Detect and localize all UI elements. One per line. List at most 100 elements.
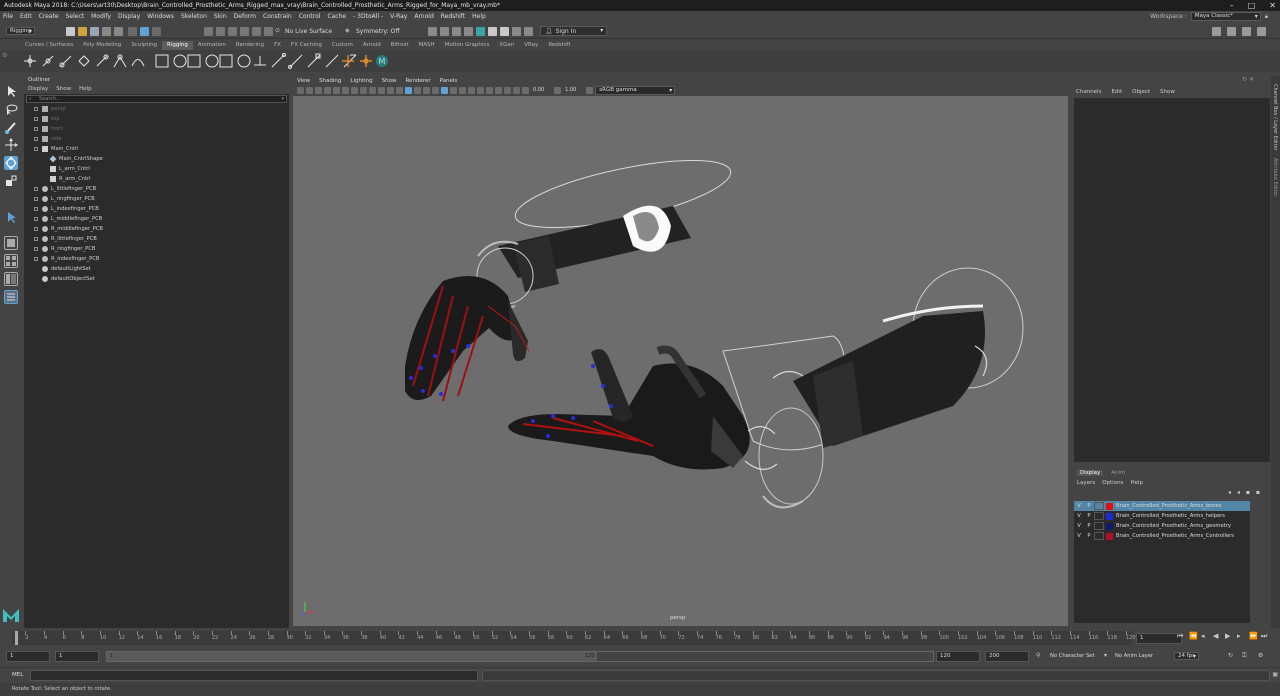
menu-skin[interactable]: Skin — [214, 13, 227, 20]
channel-menu-edit[interactable]: Edit — [1111, 89, 1122, 95]
expand-icon[interactable] — [34, 127, 38, 131]
move-layer-down-icon[interactable]: ◂ — [1237, 489, 1240, 496]
layer-display-type-toggle[interactable] — [1094, 522, 1104, 530]
fps-dropdown[interactable]: 24 fps — [1174, 652, 1200, 660]
menu-redshift[interactable]: Redshift — [441, 13, 465, 20]
layer-row[interactable]: V P Brain_Controlled_Prosthetic_Arms_bones — [1074, 501, 1250, 511]
step-forward-key-icon[interactable]: ⏩ — [1249, 633, 1258, 640]
layer-menu-help[interactable]: Help — [1130, 480, 1143, 486]
shelf-tab-rigging[interactable]: Rigging — [162, 41, 193, 50]
bookmarks-icon[interactable] — [315, 86, 322, 94]
grid-toggle-icon[interactable] — [333, 86, 340, 94]
symmetry-label[interactable]: Symmetry: Off — [356, 28, 399, 35]
color-space-dropdown[interactable]: sRGB gamma — [595, 85, 676, 95]
shelf-tab-fx[interactable]: FX — [269, 41, 286, 50]
expand-icon[interactable] — [34, 247, 38, 251]
go-to-end-icon[interactable]: ⏭ — [1261, 633, 1268, 640]
redshift-render-icon[interactable] — [512, 27, 521, 36]
exposure-icon[interactable] — [522, 86, 529, 94]
close-icon[interactable]: ✕ — [1249, 76, 1254, 83]
collapse-icon[interactable] — [34, 147, 38, 151]
menu-set-dropdown[interactable]: Rigging — [6, 27, 35, 35]
four-view-layout-icon[interactable] — [4, 254, 18, 268]
redshift-ipr-icon[interactable] — [524, 27, 533, 36]
select-object-icon[interactable] — [140, 27, 149, 36]
motion-blur-icon[interactable] — [468, 86, 475, 94]
move-tool-icon[interactable] — [4, 138, 18, 152]
layer-color-swatch[interactable] — [1106, 502, 1113, 510]
step-back-key-icon[interactable]: ⏪ — [1189, 633, 1198, 640]
textured-icon[interactable] — [432, 86, 439, 94]
layer-tab-display[interactable]: Display — [1077, 470, 1104, 476]
last-tool-icon[interactable] — [4, 210, 18, 224]
outliner-item[interactable]: R_arm_Cntrl — [24, 174, 289, 184]
outliner-item[interactable]: L_ringfinger_PCB — [24, 194, 289, 204]
film-gate-icon[interactable] — [342, 86, 349, 94]
current-frame-field[interactable]: 1 — [1136, 633, 1182, 644]
command-input[interactable] — [30, 670, 478, 681]
hypershade-icon[interactable] — [464, 27, 473, 36]
animation-preferences-icon[interactable]: ⚙ — [1258, 652, 1263, 659]
play-backward-icon[interactable]: ◀ — [1213, 633, 1220, 640]
symmetry-icon[interactable]: ◈ — [345, 27, 350, 34]
single-perspective-layout-icon[interactable] — [4, 236, 18, 250]
gamma-icon[interactable] — [554, 86, 562, 94]
layer-row[interactable]: V P Brain_Controlled_Prosthetic_Arms_helpe… — [1074, 511, 1250, 521]
shelf-tab-vray[interactable]: VRay — [519, 41, 543, 50]
chevron-down-icon[interactable]: ▾ — [1104, 652, 1107, 659]
layer-menu-layers[interactable]: Layers — [1077, 480, 1095, 486]
snap-grid-icon[interactable] — [204, 27, 213, 36]
layer-color-swatch[interactable] — [1106, 532, 1113, 540]
close-icon[interactable]: ✕ — [1269, 0, 1276, 11]
layer-visibility-toggle[interactable]: V — [1074, 533, 1084, 539]
perspective-viewport[interactable]: persp — [293, 96, 1068, 626]
outliner-item[interactable]: defaultLightSet — [24, 264, 289, 274]
arnold-render-icon[interactable] — [500, 27, 509, 36]
shelf-tab-motion-graphics[interactable]: Motion Graphics — [440, 41, 495, 50]
attribute-editor-tab[interactable]: Attribute Editor — [1272, 158, 1278, 196]
menu-modify[interactable]: Modify — [91, 13, 111, 20]
color-management-icon[interactable] — [586, 86, 594, 94]
channel-menu-object[interactable]: Object — [1132, 89, 1150, 95]
save-scene-icon[interactable] — [90, 27, 99, 36]
snap-view-plane-icon[interactable] — [252, 27, 261, 36]
vray-render-icon[interactable] — [476, 27, 485, 36]
xray-icon[interactable] — [504, 86, 511, 94]
resolution-gate-icon[interactable] — [351, 86, 358, 94]
menu-display[interactable]: Display — [118, 13, 140, 20]
current-frame-marker[interactable] — [15, 631, 18, 645]
layer-playback-toggle[interactable]: P — [1084, 533, 1094, 539]
menu-select[interactable]: Select — [66, 13, 85, 20]
viewport-menu-renderer[interactable]: Renderer — [405, 78, 430, 84]
play-forward-icon[interactable]: ▶ — [1225, 633, 1232, 640]
channel-box-layer-editor-tab[interactable]: Channel Box / Layer Editor — [1272, 84, 1278, 151]
menu-deform[interactable]: Deform — [234, 13, 256, 20]
scene-render[interactable] — [293, 96, 1068, 626]
shelf-tab-sculpting[interactable]: Sculpting — [126, 41, 162, 50]
layer-playback-toggle[interactable]: P — [1084, 503, 1094, 509]
expand-icon[interactable] — [34, 197, 38, 201]
undo-icon[interactable] — [102, 27, 111, 36]
paint-select-tool-icon[interactable] — [4, 120, 18, 134]
outliner-item[interactable]: side — [24, 134, 289, 144]
outliner-menu-show[interactable]: Show — [56, 86, 71, 92]
persp-outliner-layout-icon[interactable] — [4, 272, 18, 286]
shelf-tab-animation[interactable]: Animation — [193, 41, 231, 50]
sign-in-button[interactable]: 👤︎ Sign In ▾ — [540, 26, 608, 36]
channel-menu-channels[interactable]: Channels — [1076, 89, 1101, 95]
viewport-menu-show[interactable]: Show — [382, 78, 397, 84]
safe-title-icon[interactable] — [387, 86, 394, 94]
layer-color-swatch[interactable] — [1106, 512, 1113, 520]
exposure-value[interactable]: 0.00 — [533, 87, 544, 93]
wireframe-icon[interactable] — [396, 86, 403, 94]
use-all-lights-icon[interactable] — [441, 86, 448, 94]
redo-icon[interactable] — [114, 27, 123, 36]
layer-playback-toggle[interactable]: P — [1084, 523, 1094, 529]
menu-edit[interactable]: Edit — [20, 13, 32, 20]
expand-icon[interactable] — [34, 117, 38, 121]
depth-of-field-icon[interactable] — [486, 86, 493, 94]
expand-icon[interactable] — [34, 217, 38, 221]
animation-end-field[interactable]: 200 — [985, 651, 1029, 662]
default-material-icon[interactable] — [414, 86, 421, 94]
vray-ipr-icon[interactable] — [488, 27, 497, 36]
